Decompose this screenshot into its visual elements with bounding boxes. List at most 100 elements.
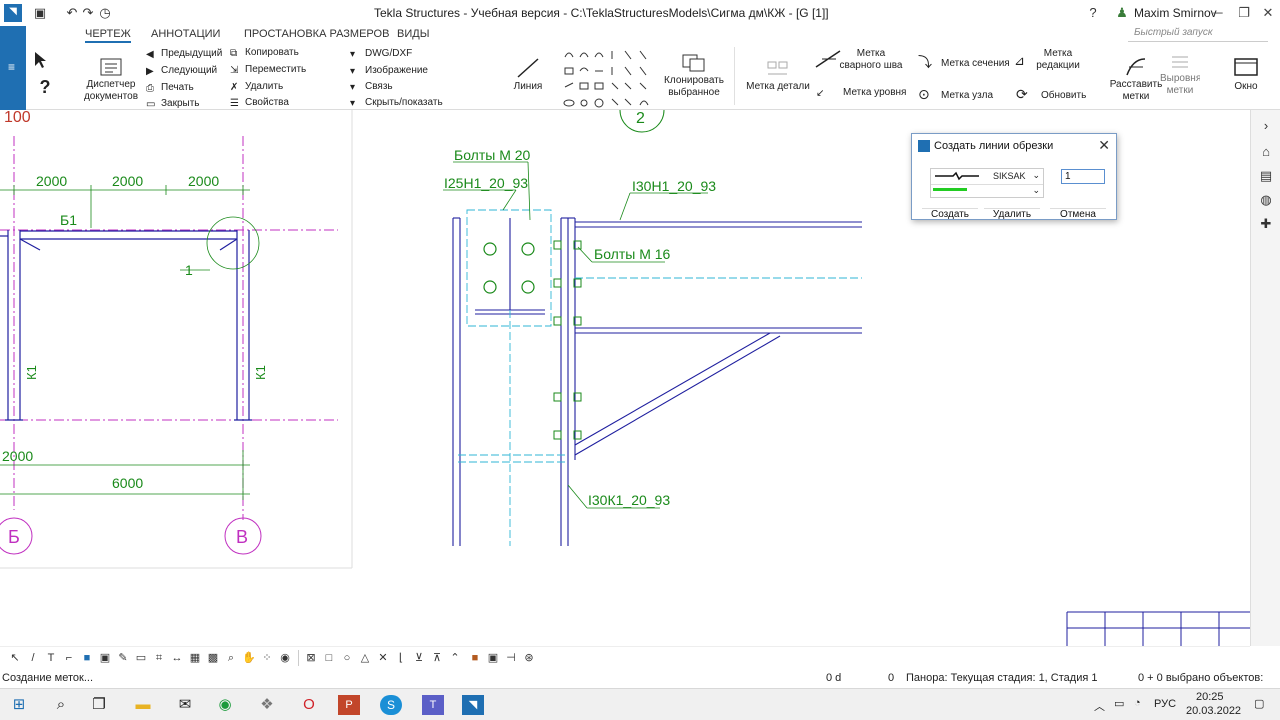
clone-selected-button[interactable]: Клонировать выбранное — [662, 53, 726, 99]
create-button[interactable]: Создать — [922, 208, 978, 220]
app-menu-strip[interactable]: ≡ — [0, 26, 26, 110]
chevron-down-icon[interactable]: ⌄ — [1032, 170, 1040, 181]
snap-nearest-icon[interactable]: ⊻ — [412, 651, 426, 665]
notifications-icon[interactable]: ▢ — [1254, 697, 1264, 710]
task-view-icon[interactable]: ❐ — [88, 695, 110, 715]
snap-grid-icon[interactable]: ⁘ — [260, 651, 274, 665]
select-tool[interactable] — [30, 51, 50, 71]
mail-icon[interactable]: ✉ — [174, 695, 196, 715]
windows-start-icon[interactable]: ⊞ — [8, 695, 30, 715]
section-mark-button[interactable]: ⤵ Метка сечения — [918, 52, 1010, 70]
pattern-tool-icon[interactable]: ▩ — [206, 651, 220, 665]
link-button[interactable]: ▾ Связь — [350, 81, 393, 93]
context-help-icon[interactable]: ? — [34, 78, 56, 96]
chevron-down-icon[interactable]: ⌄ — [1032, 185, 1040, 196]
line-tool-icon[interactable]: / — [26, 651, 40, 665]
visibility-icon[interactable]: ⊛ — [522, 651, 536, 665]
powerpoint-icon[interactable]: P — [338, 695, 360, 715]
detail-mark-button[interactable]: ⊙ Метка узла — [918, 86, 993, 102]
line-type-select[interactable]: SIKSAK ⌄ ⌄ — [930, 168, 1044, 198]
save-icon[interactable]: ▣ — [32, 5, 48, 21]
snap-point-icon[interactable]: ⊼ — [430, 651, 444, 665]
prev-button[interactable]: ◀ Предыдущий — [146, 48, 222, 60]
edit-icon[interactable]: ✎ — [116, 651, 130, 665]
snap-free-icon[interactable]: ⌃ — [448, 651, 462, 665]
frame-tool-icon[interactable]: ▣ — [98, 651, 112, 665]
fill-tool-icon[interactable]: ■ — [80, 651, 94, 665]
tab-annotations[interactable]: АННОТАЦИИ — [151, 28, 220, 40]
clock-time[interactable]: 20:25 — [1196, 691, 1224, 703]
chevron-right-icon[interactable]: › — [1258, 118, 1274, 134]
puzzle-icon[interactable]: ✚ — [1258, 216, 1274, 232]
snap-intersection-icon[interactable]: △ — [358, 651, 372, 665]
text-tool-icon[interactable]: T — [44, 651, 58, 665]
file-explorer-icon[interactable]: ▬ — [132, 695, 154, 715]
hatch-tool-icon[interactable]: ▦ — [188, 651, 202, 665]
teams-icon[interactable]: T — [422, 695, 444, 715]
grid-panel-icon[interactable]: ▤ — [1258, 168, 1274, 184]
tab-drawing[interactable]: ЧЕРТЕЖ — [85, 28, 131, 43]
place-marks-button[interactable]: Расставить метки — [1108, 55, 1164, 103]
menu-icon[interactable]: ≡ — [8, 60, 15, 74]
part-mark-button[interactable]: Метка детали — [742, 57, 814, 93]
skype-icon[interactable]: S — [380, 695, 402, 715]
clock-date[interactable]: 20.03.2022 — [1186, 705, 1241, 717]
grid-tool-icon[interactable]: ⌗ — [152, 651, 166, 665]
zoom-tool-icon[interactable]: ⌕ — [224, 651, 238, 665]
snap-mid-icon[interactable]: □ — [322, 651, 336, 665]
line-button[interactable]: Линия — [510, 57, 546, 93]
delete-button[interactable]: ✗ Удалить — [230, 81, 283, 93]
dimension-tool-icon[interactable]: ⌐ — [62, 651, 76, 665]
rect-tool-icon[interactable]: ▭ — [134, 651, 148, 665]
wifi-icon[interactable]: ◔ — [1134, 697, 1141, 709]
print-button[interactable]: ⎙ Печать — [146, 82, 194, 94]
user-name[interactable]: Maxim Smirnov — [1134, 6, 1217, 20]
snap-center-icon[interactable]: ○ — [340, 651, 354, 665]
user-icon[interactable]: ♟ — [1114, 5, 1130, 21]
view-toggle-icon[interactable]: ◉ — [278, 651, 292, 665]
tab-dimensioning[interactable]: ПРОСТАНОВКА РАЗМЕРОВ — [244, 28, 389, 40]
minimize-button[interactable]: ─ — [1206, 3, 1230, 23]
close-drawing-button[interactable]: ▭ Закрыть — [146, 98, 200, 110]
search-icon[interactable]: ⌕ — [50, 695, 72, 715]
snap-end-icon[interactable]: ⊠ — [304, 651, 318, 665]
quick-launch-input[interactable]: Быстрый запуск — [1128, 27, 1268, 42]
chrome-icon[interactable]: ◉ — [214, 695, 236, 715]
building-icon[interactable]: ⌂ — [1258, 144, 1274, 160]
opera-icon[interactable]: O — [298, 695, 320, 715]
app-icon[interactable]: ❖ — [256, 695, 278, 715]
snap-grid2-icon[interactable]: ▣ — [486, 651, 500, 665]
shape-tools[interactable] — [562, 47, 658, 109]
redo-icon[interactable]: ↷ — [80, 5, 96, 21]
language-indicator[interactable]: РУС — [1154, 698, 1176, 710]
snap-override-icon[interactable]: ■ — [468, 651, 482, 665]
tekla-taskbar-icon[interactable]: ◥ — [462, 695, 484, 715]
cancel-button[interactable]: Отмена — [1050, 208, 1106, 220]
help-icon[interactable]: ? — [1085, 5, 1101, 21]
dwg-dxf-button[interactable]: ▾ DWG/DXF — [350, 48, 412, 60]
properties-button[interactable]: ☰ Свойства — [230, 97, 289, 109]
close-button[interactable]: ✕ — [1256, 3, 1280, 23]
history-icon[interactable]: ◷ — [97, 5, 113, 21]
tab-views[interactable]: ВИДЫ — [397, 28, 429, 40]
battery-icon[interactable]: ▭ — [1114, 697, 1124, 710]
image-button[interactable]: ▾ Изображение — [350, 65, 428, 77]
select-arrow-icon[interactable]: ↖ — [8, 651, 22, 665]
next-button[interactable]: ▶ Следующий — [146, 65, 217, 77]
snap-ref-icon[interactable]: ⊣ — [504, 651, 518, 665]
align-marks-button[interactable]: Выровнять метки — [1160, 53, 1200, 99]
snap-line-icon[interactable]: ⌊ — [394, 651, 408, 665]
snap-perp-icon[interactable]: ✕ — [376, 651, 390, 665]
level-mark-button[interactable]: ↙ Метка уровня — [816, 87, 906, 99]
dialog-close-icon[interactable]: ✕ — [1098, 137, 1110, 154]
measure-tool-icon[interactable]: ↔ — [170, 651, 184, 665]
hide-show-button[interactable]: ▾ Скрыть/показать — [350, 97, 443, 109]
maximize-button[interactable]: ❐ — [1232, 3, 1256, 23]
tray-chevron-icon[interactable]: ︿ — [1094, 698, 1105, 714]
globe-icon[interactable]: ◍ — [1258, 192, 1274, 208]
delete-lines-button[interactable]: Удалить — [984, 208, 1040, 220]
undo-icon[interactable]: ↶ — [64, 5, 80, 21]
document-manager-button[interactable]: Диспетчер документов — [82, 57, 140, 103]
move-button[interactable]: ⇲ Переместить — [230, 64, 306, 76]
window-button[interactable]: Окно — [1226, 55, 1266, 93]
